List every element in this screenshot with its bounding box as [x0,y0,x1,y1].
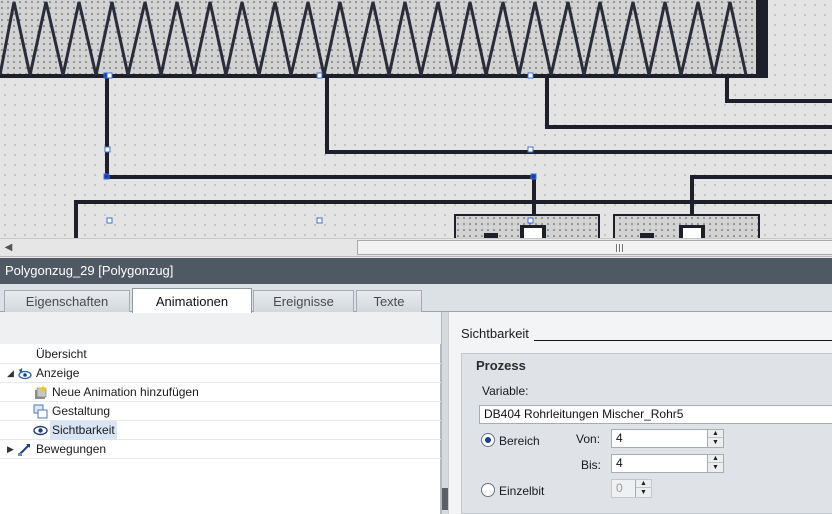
expand-triangle-icon[interactable]: ▶ [3,442,18,457]
to-spinner[interactable]: ▲ ▼ [707,455,723,472]
eye-icon [33,423,48,438]
spin-down-icon[interactable]: ▼ [708,438,723,446]
singlebit-label: Einzelbit [499,484,545,498]
eye-icon [17,366,32,381]
tab-bar: Eigenschaften Animationen Ereignisse Tex… [0,284,832,313]
splitter-handle[interactable] [442,488,448,510]
tree-item-movements[interactable]: ▶ Bewegungen [0,440,441,459]
animation-tree: Übersicht ◢ Anzeige Neue Animation hinzu… [0,312,441,514]
tree-item-overview[interactable]: Übersicht [0,345,441,364]
tree-item-visibility[interactable]: Sichtbarkeit [0,421,441,440]
variable-label: Variable: [482,384,529,398]
tab-ereignisse[interactable]: Ereignisse [253,290,354,312]
tree-item-display[interactable]: ◢ Anzeige [0,364,441,383]
movement-icon [17,442,32,457]
from-stepper[interactable]: 4 ▲ ▼ [611,429,724,448]
group-title: Prozess [476,358,526,373]
design-icon [33,404,48,419]
expand-triangle-icon[interactable]: ◢ [3,366,18,381]
from-label: Von: [576,432,601,446]
tree-item-design[interactable]: Gestaltung [0,402,441,421]
tab-eigenschaften[interactable]: Eigenschaften [4,290,130,312]
to-label: Bis: [581,458,602,472]
pipe-drawing[interactable] [0,0,832,238]
singlebit-stepper[interactable]: 0 ▲ ▼ [611,479,652,498]
singlebit-spinner[interactable]: ▲ ▼ [635,480,651,497]
range-radio[interactable] [481,433,495,447]
spin-down-icon[interactable]: ▼ [636,488,651,496]
visibility-settings-panel: Sichtbarkeit Prozess Variable: DB404 Roh… [449,312,832,514]
grip-icon [616,244,624,252]
to-stepper[interactable]: 4 ▲ ▼ [611,454,724,473]
horizontal-scrollbar[interactable]: ◀ [0,238,832,257]
process-group: Prozess Variable: DB404 Rohrleitungen Mi… [461,353,832,514]
add-animation-icon [33,385,48,400]
variable-field[interactable]: DB404 Rohrleitungen Mischer_Rohr5 [479,405,832,424]
tree-item-add-animation[interactable]: Neue Animation hinzufügen [0,383,441,402]
from-value: 4 [616,431,623,445]
object-title-bar: Polygonzug_29 [Polygonzug] [0,258,832,284]
singlebit-radio[interactable] [481,483,495,497]
scrollbar-thumb[interactable] [357,240,832,255]
section-divider [534,340,832,341]
chevron-left-icon[interactable]: ◀ [0,239,17,256]
tab-texte[interactable]: Texte [356,290,422,312]
tab-animationen[interactable]: Animationen [132,288,252,313]
from-spinner[interactable]: ▲ ▼ [707,430,723,447]
pane-splitter[interactable] [441,312,449,514]
singlebit-value: 0 [616,481,623,495]
hmi-canvas[interactable] [0,0,832,238]
to-value: 4 [616,456,623,470]
spin-down-icon[interactable]: ▼ [708,463,723,471]
section-title: Sichtbarkeit [461,326,529,341]
range-label: Bereich [499,434,540,448]
